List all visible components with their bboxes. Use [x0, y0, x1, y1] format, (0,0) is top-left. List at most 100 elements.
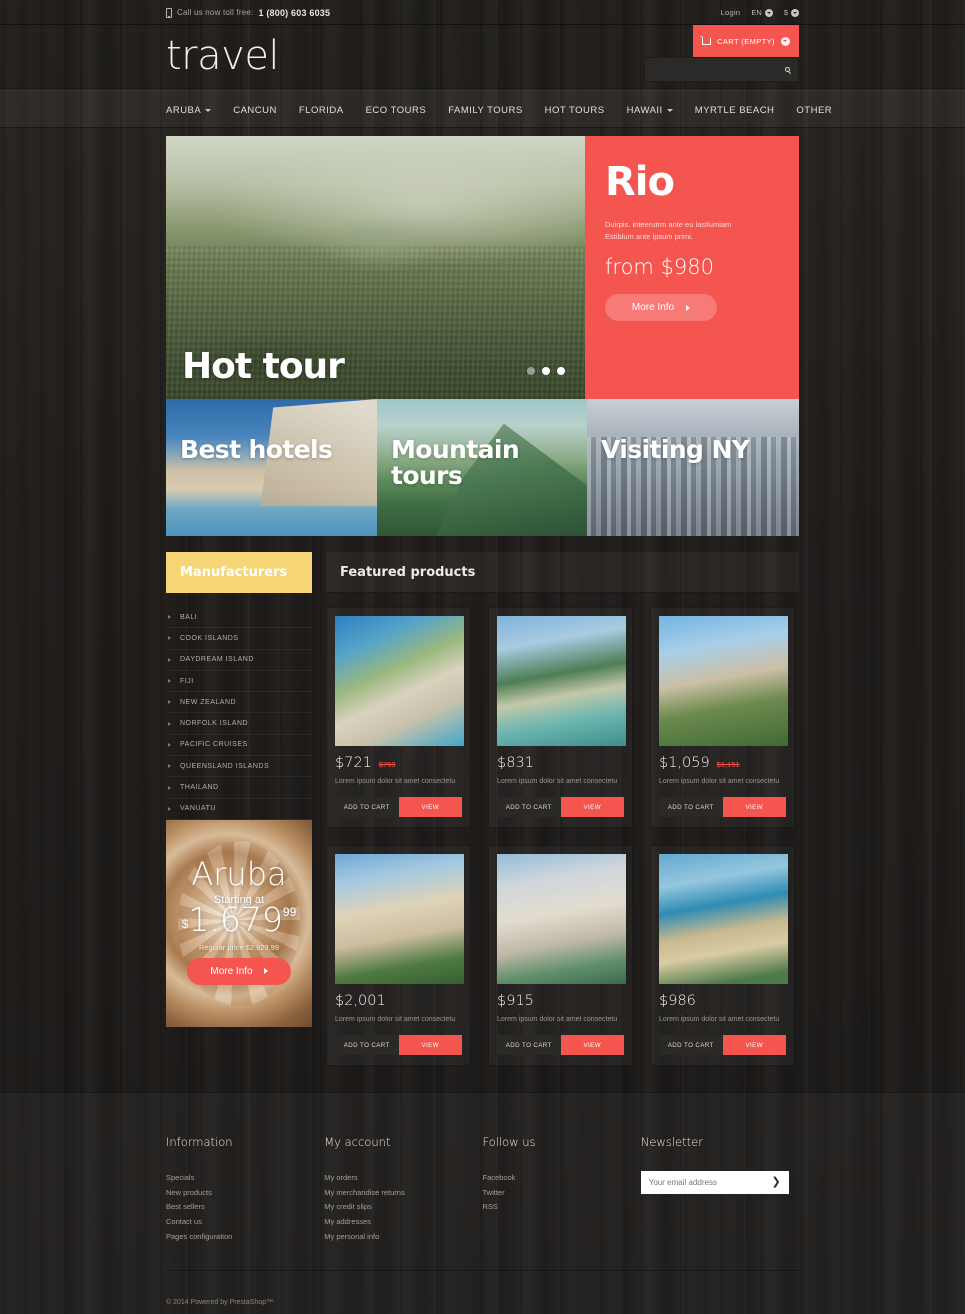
- hero-slider-image[interactable]: Hot tour: [166, 136, 585, 399]
- promo-tile-visiting-ny[interactable]: Visiting NY: [587, 399, 799, 536]
- chevron-right-icon: [168, 806, 171, 811]
- sidebar-title: Manufacturers: [180, 565, 288, 580]
- currency-selector[interactable]: $: [784, 8, 799, 17]
- add-to-cart-button[interactable]: ADD TO CART: [497, 797, 561, 818]
- product-actions: ADD TO CART VIEW: [659, 1035, 786, 1056]
- view-product-button[interactable]: VIEW: [722, 797, 786, 818]
- site-logo[interactable]: travel: [166, 33, 280, 79]
- footer-link[interactable]: New products: [166, 1186, 324, 1201]
- aruba-promo-box[interactable]: Aruba Starting at $ 1.679 99 Regular pri…: [166, 819, 312, 1027]
- newsletter-title: Newsletter: [640, 1135, 703, 1150]
- footer-link[interactable]: My orders: [324, 1171, 482, 1186]
- cart-icon: [702, 37, 712, 45]
- product-description: Lorem ipsum dolor sit amet consectetu: [659, 1016, 780, 1024]
- product-image[interactable]: [335, 616, 464, 746]
- nav-item-hot-tours[interactable]: HOT TOURS: [534, 105, 616, 116]
- nav-item-other[interactable]: OTHER: [785, 105, 843, 116]
- product-price-row: $831: [497, 755, 624, 771]
- sidebar-item-pacific-cruises[interactable]: PACIFIC CRUISES: [166, 735, 312, 757]
- view-product-button[interactable]: VIEW: [560, 797, 624, 818]
- promo-tile-mountain-tours[interactable]: Mountain tours: [377, 399, 587, 536]
- search-button[interactable]: [776, 58, 798, 81]
- view-product-button[interactable]: VIEW: [560, 1035, 624, 1056]
- carousel-dot[interactable]: [557, 367, 565, 375]
- footer-link[interactable]: My credit slips: [324, 1200, 482, 1215]
- carousel-dot[interactable]: [527, 367, 535, 375]
- footer-column-my-account: My account My orders My merchandise return…: [324, 1135, 482, 1244]
- cart-label: CART (EMPTY): [717, 36, 775, 46]
- footer-link[interactable]: My addresses: [324, 1215, 482, 1230]
- nav-item-hawaii[interactable]: HAWAII: [616, 105, 684, 116]
- add-to-cart-button[interactable]: ADD TO CART: [659, 797, 723, 818]
- view-product-button[interactable]: VIEW: [398, 797, 462, 818]
- chevron-right-icon: [686, 304, 691, 311]
- nav-item-family-tours[interactable]: FAMILY TOURS: [437, 105, 533, 116]
- newsletter-submit-button[interactable]: ❯: [772, 1177, 781, 1188]
- product-image[interactable]: [335, 854, 464, 985]
- sidebar-item-cook-islands[interactable]: COOK ISLANDS: [166, 628, 312, 650]
- product-image[interactable]: [497, 854, 626, 985]
- hero-more-info-button[interactable]: More Info: [605, 294, 717, 322]
- footer-link[interactable]: RSS: [483, 1200, 641, 1215]
- sidebar-item-fiji[interactable]: FIJI: [166, 671, 312, 693]
- phone-icon: [166, 7, 172, 18]
- product-price-row: $721 $759: [335, 755, 462, 771]
- view-product-button[interactable]: VIEW: [722, 1035, 786, 1056]
- add-to-cart-button[interactable]: ADD TO CART: [335, 797, 399, 818]
- featured-products-title: Featured products: [340, 564, 476, 580]
- hero-offer-panel: Rio Duirpis. inteerutrm ante eu lastlumi…: [585, 136, 799, 399]
- product-image[interactable]: [659, 854, 788, 985]
- footer-column-newsletter: Newsletter ❯: [640, 1135, 799, 1244]
- product-description: Lorem ipsum dolor sit amet consectetu: [335, 778, 456, 785]
- main-navigation: ARUBA CANCUN FLORIDA ECO TOURS FAMILY TOURS H…: [0, 90, 965, 128]
- product-image[interactable]: [497, 616, 626, 746]
- sidebar-item-bali[interactable]: BALI: [166, 607, 312, 629]
- product-image[interactable]: [659, 616, 788, 746]
- newsletter-form: ❯: [640, 1171, 789, 1195]
- sidebar-item-vanuatu[interactable]: VANUATU: [166, 799, 312, 820]
- carousel-dot[interactable]: [542, 367, 550, 375]
- view-product-button[interactable]: VIEW: [398, 1035, 462, 1056]
- footer-column-information: Information Specials New products Best sell…: [166, 1135, 324, 1244]
- nav-item-eco-tours[interactable]: ECO TOURS: [355, 105, 438, 116]
- promo-tiles: Best hotels Mountain tours Visiting NY: [166, 399, 799, 536]
- cart-button[interactable]: CART (EMPTY): [693, 25, 799, 57]
- nav-item-aruba[interactable]: ARUBA: [166, 105, 222, 116]
- footer-link[interactable]: Facebook: [483, 1171, 641, 1186]
- sidebar-item-norfolk-island[interactable]: NORFOLK ISLAND: [166, 713, 312, 735]
- footer-column-title: Follow us: [482, 1135, 536, 1150]
- footer-link[interactable]: Pages configuration: [166, 1230, 324, 1245]
- chevron-right-icon: [168, 700, 171, 705]
- sidebar-item-label: VANUATU: [180, 805, 216, 813]
- footer-link[interactable]: Best sellers: [166, 1200, 324, 1215]
- add-to-cart-button[interactable]: ADD TO CART: [335, 1035, 399, 1056]
- nav-item-label: ECO TOURS: [365, 104, 427, 116]
- chevron-right-icon: [168, 742, 171, 747]
- chevron-right-icon: [168, 679, 171, 684]
- search-input[interactable]: [645, 58, 776, 81]
- product-price: $986: [659, 993, 696, 1010]
- language-selector[interactable]: EN: [751, 8, 773, 17]
- add-to-cart-button[interactable]: ADD TO CART: [497, 1035, 561, 1056]
- sidebar-item-daydream-island[interactable]: DAYDREAM ISLAND: [166, 650, 312, 671]
- sidebar-item-queensland-islands[interactable]: QUEENSLAND ISLANDS: [166, 756, 312, 778]
- footer-link[interactable]: My merchandise returns: [324, 1186, 482, 1201]
- footer-link[interactable]: Specials: [166, 1171, 324, 1186]
- nav-item-label: ARUBA: [166, 104, 202, 116]
- nav-item-florida[interactable]: FLORIDA: [288, 105, 355, 116]
- nav-item-myrtle-beach[interactable]: MYRTLE BEACH: [684, 105, 786, 116]
- footer-link[interactable]: My personal info: [324, 1230, 482, 1245]
- copyright-text: © 2014 Powered by PrestaShop™: [166, 1299, 274, 1307]
- footer-link[interactable]: Contact us: [166, 1215, 324, 1230]
- nav-item-label: HOT TOURS: [544, 104, 605, 116]
- newsletter-email-input[interactable]: [648, 1178, 772, 1188]
- product-card: $1,059 $1,151 Lorem ipsum dolor sit amet c…: [650, 607, 795, 829]
- nav-item-cancun[interactable]: CANCUN: [222, 105, 288, 116]
- login-link[interactable]: Login: [721, 8, 741, 17]
- aruba-more-info-button[interactable]: More Info: [187, 957, 291, 985]
- sidebar-item-thailand[interactable]: THAILAND: [166, 777, 312, 799]
- footer-link[interactable]: Twitter: [483, 1186, 641, 1201]
- sidebar-item-new-zealand[interactable]: NEW ZEALAND: [166, 692, 312, 714]
- add-to-cart-button[interactable]: ADD TO CART: [659, 1035, 723, 1056]
- promo-tile-best-hotels[interactable]: Best hotels: [166, 399, 377, 536]
